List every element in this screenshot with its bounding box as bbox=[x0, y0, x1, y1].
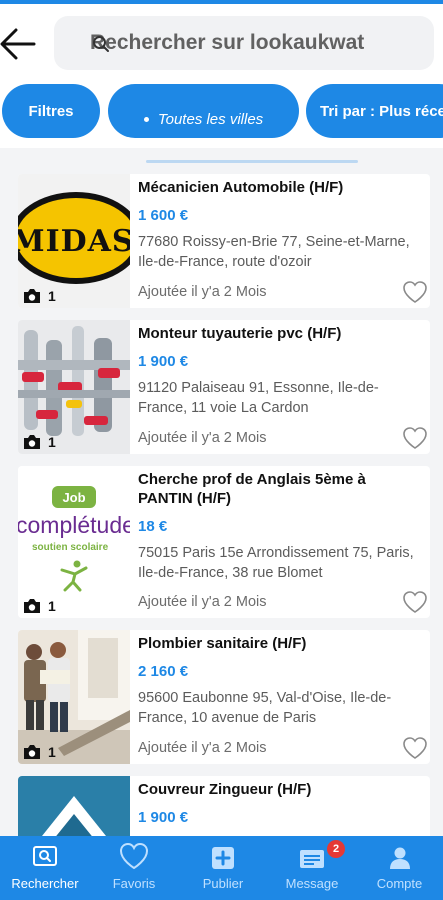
filter-bar: Filtres Toutes les villes Tri par : Plus… bbox=[0, 84, 443, 140]
back-button[interactable] bbox=[0, 24, 40, 64]
listing-price: 1 600 € bbox=[138, 207, 189, 224]
figure-icon bbox=[60, 560, 88, 592]
nav-favoris[interactable]: Favoris bbox=[90, 836, 178, 900]
city-selector-label: Toutes les villes bbox=[157, 110, 264, 128]
filters-label: Filtres bbox=[28, 102, 74, 120]
message-icon bbox=[300, 850, 324, 868]
bullet-icon bbox=[143, 116, 149, 122]
header: Rechercher sur lookaukwat bbox=[0, 4, 443, 76]
nav-compte[interactable]: Compte bbox=[356, 836, 443, 900]
nav-label: Publier bbox=[202, 876, 244, 891]
heart-icon[interactable] bbox=[402, 280, 428, 304]
completude-brand: complétude bbox=[18, 512, 130, 538]
search-input[interactable]: Rechercher sur lookaukwat bbox=[54, 16, 434, 70]
listing-card[interactable]: Couvreur Zingueur (H/F) 1 900 € bbox=[18, 776, 430, 836]
nav-label: Message bbox=[285, 876, 339, 891]
job-badge: Job bbox=[52, 486, 96, 508]
camera-icon bbox=[24, 289, 40, 303]
heart-icon[interactable] bbox=[402, 590, 428, 614]
listing-price: 1 900 € bbox=[138, 353, 189, 370]
camera-icon bbox=[24, 599, 40, 613]
listing-title: Plombier sanitaire (H/F) bbox=[138, 635, 307, 652]
listing-title: Cherche prof de Anglais 5ème à PANTIN (H… bbox=[138, 471, 366, 507]
listing-card[interactable]: 1 Monteur tuyauterie pvc (H/F) 1 900 € 9… bbox=[18, 320, 430, 454]
listing-thumbnail[interactable]: 1 bbox=[18, 630, 130, 764]
listing-title: Mécanicien Automobile (H/F) bbox=[138, 179, 344, 196]
listing-card[interactable]: 1 Plombier sanitaire (H/F) 2 160 € 95600… bbox=[18, 630, 430, 764]
listing-added-date: Ajoutée il y'a 2 Mois bbox=[138, 594, 267, 610]
listing-address: 95600 Eaubonne 95, Val-d'Oise, Ile-de-Fr… bbox=[138, 690, 392, 726]
listing-price: 2 160 € bbox=[138, 663, 189, 680]
listing-title: Monteur tuyauterie pvc (H/F) bbox=[138, 325, 342, 342]
photo-count: 1 bbox=[22, 598, 56, 614]
user-icon bbox=[389, 847, 410, 869]
listing-thumbnail[interactable] bbox=[18, 776, 130, 836]
nav-label: Favoris bbox=[112, 876, 156, 891]
listings-list[interactable]: MIDAS 1 Mécanicien Automobile (H/F) 1 60… bbox=[0, 148, 443, 836]
roofer-image bbox=[18, 776, 130, 836]
camera-icon bbox=[24, 745, 40, 759]
back-arrow-icon bbox=[0, 28, 36, 60]
listing-info: Couvreur Zingueur (H/F) 1 900 € bbox=[138, 780, 420, 826]
sort-label: Tri par : Plus réce bbox=[320, 102, 443, 120]
scroll-indicator bbox=[146, 160, 358, 163]
plus-square-icon bbox=[212, 847, 234, 869]
heart-icon[interactable] bbox=[402, 736, 428, 760]
listing-added-date: Ajoutée il y'a 2 Mois bbox=[138, 430, 267, 446]
completude-tagline: soutien scolaire bbox=[32, 542, 109, 553]
listing-info: Cherche prof de Anglais 5ème à PANTIN (H… bbox=[138, 470, 420, 583]
nav-message[interactable]: 2 Message bbox=[268, 836, 356, 900]
listing-info: Plombier sanitaire (H/F) 2 160 € 95600 E… bbox=[138, 634, 420, 728]
sort-button[interactable]: Tri par : Plus réce bbox=[306, 84, 443, 138]
listing-added-date: Ajoutée il y'a 2 Mois bbox=[138, 740, 267, 756]
search-icon bbox=[93, 36, 109, 52]
search-nav-icon bbox=[33, 846, 57, 866]
filters-button[interactable]: Filtres bbox=[2, 84, 100, 138]
photo-count-value: 1 bbox=[48, 744, 56, 760]
listing-address: 91120 Palaiseau 91, Essonne, Ile-de-Fran… bbox=[138, 380, 379, 416]
nav-publier[interactable]: Publier bbox=[178, 836, 268, 900]
listing-thumbnail[interactable]: Job complétude soutien scolaire 1 bbox=[18, 466, 130, 618]
listing-price: 18 € bbox=[138, 518, 168, 535]
heart-icon[interactable] bbox=[402, 426, 428, 450]
message-badge: 2 bbox=[327, 840, 345, 858]
nav-label: Rechercher bbox=[11, 876, 79, 891]
listing-address: 77680 Roissy-en-Brie 77, Seine-et-Marne,… bbox=[138, 234, 410, 270]
listing-title: Couvreur Zingueur (H/F) bbox=[138, 781, 312, 798]
listing-thumbnail[interactable]: 1 bbox=[18, 320, 130, 454]
midas-logo-text: MIDAS bbox=[18, 224, 130, 259]
bottom-navigation: Rechercher Favoris Publier 2 Message Com… bbox=[0, 836, 443, 900]
listing-info: Monteur tuyauterie pvc (H/F) 1 900 € 911… bbox=[138, 324, 420, 418]
photo-count: 1 bbox=[22, 434, 56, 450]
listing-thumbnail[interactable]: MIDAS 1 bbox=[18, 174, 130, 308]
listing-address: 75015 Paris 15e Arrondissement 75, Paris… bbox=[138, 545, 414, 581]
listing-price: 1 900 € bbox=[138, 809, 189, 826]
camera-icon bbox=[24, 435, 40, 449]
search-placeholder: Rechercher sur lookaukwat bbox=[90, 31, 365, 54]
photo-count-value: 1 bbox=[48, 434, 56, 450]
listing-info: Mécanicien Automobile (H/F) 1 600 € 7768… bbox=[138, 178, 420, 272]
nav-rechercher[interactable]: Rechercher bbox=[0, 836, 90, 900]
photo-count-value: 1 bbox=[48, 598, 56, 614]
listing-card[interactable]: Job complétude soutien scolaire 1 Cherch… bbox=[18, 466, 430, 618]
photo-count: 1 bbox=[22, 744, 56, 760]
listing-added-date: Ajoutée il y'a 2 Mois bbox=[138, 284, 267, 300]
photo-count-value: 1 bbox=[48, 288, 56, 304]
photo-count: 1 bbox=[22, 288, 56, 304]
nav-label: Compte bbox=[376, 876, 423, 891]
city-selector-button[interactable]: Toutes les villes bbox=[108, 84, 299, 138]
listing-card[interactable]: MIDAS 1 Mécanicien Automobile (H/F) 1 60… bbox=[18, 174, 430, 308]
heart-nav-icon bbox=[119, 842, 149, 870]
